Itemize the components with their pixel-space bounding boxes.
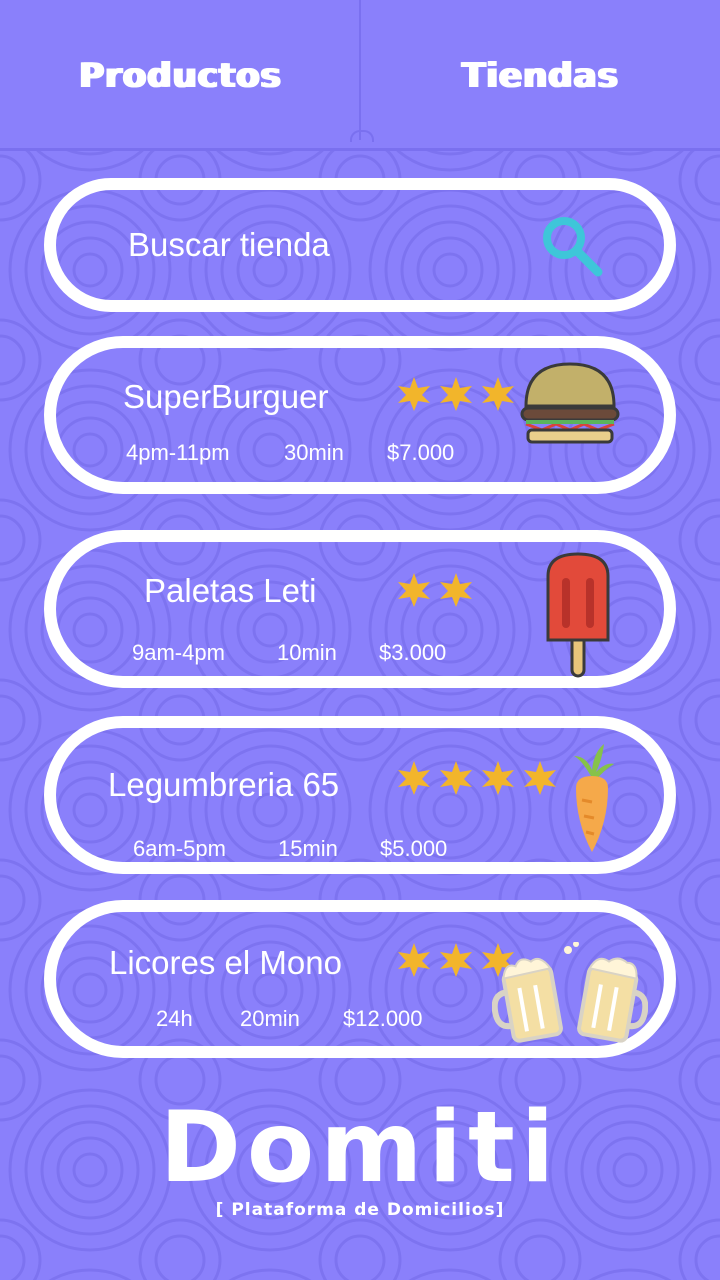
star-icon <box>398 943 430 977</box>
store-name: Licores el Mono <box>109 944 342 981</box>
rating-stars <box>396 376 516 412</box>
brand-tagline: [ Plataforma de Domicilios] <box>215 1200 505 1220</box>
search-icon[interactable] <box>534 208 614 288</box>
beer-mugs-icon <box>492 942 648 1043</box>
star-icon <box>398 761 430 795</box>
store-name: Paletas Leti <box>144 572 317 609</box>
burger-icon <box>520 362 620 444</box>
star-icon <box>398 377 430 411</box>
star-icon <box>482 377 514 411</box>
search-placeholder[interactable]: Buscar tienda <box>128 226 330 264</box>
brand-logo: Domiti <box>159 1091 561 1205</box>
store-name: SuperBurguer <box>123 378 329 415</box>
brand-footer: Domiti [ Plataforma de Domicilios] <box>0 1098 720 1220</box>
tab-divider-knob <box>350 130 374 142</box>
store-card-paletas-leti[interactable]: Paletas Leti 9am-4pm 10min $3.000 <box>44 530 676 688</box>
store-card-superburguer[interactable]: SuperBurguer 4pm-11pm 30min $7.000 <box>44 336 676 494</box>
carrot-icon <box>574 744 614 852</box>
star-icon <box>440 761 472 795</box>
price: $3.000 <box>379 640 447 665</box>
price: $5.000 <box>380 836 448 861</box>
tab-bar: Productos Tiendas <box>0 0 720 151</box>
delivery-time: 30min <box>284 440 344 465</box>
store-name: Legumbreria 65 <box>108 766 340 803</box>
delivery-time: 15min <box>278 836 338 861</box>
store-hours: 6am-5pm <box>133 836 226 861</box>
rating-stars <box>396 760 558 796</box>
star-icon <box>482 761 514 795</box>
rating-stars <box>396 572 474 608</box>
store-card-licores-el-mono[interactable]: Licores el Mono 24h 20min $12.000 <box>44 900 676 1058</box>
star-icon <box>440 573 472 607</box>
star-icon <box>524 761 556 795</box>
star-icon <box>440 943 472 977</box>
store-hours: 9am-4pm <box>132 640 225 665</box>
tab-stores[interactable]: Tiendas <box>360 56 720 102</box>
star-icon <box>398 573 430 607</box>
search-bar[interactable]: Buscar tienda <box>44 178 676 312</box>
delivery-time: 20min <box>240 1006 300 1031</box>
popsicle-icon <box>546 552 610 678</box>
price: $12.000 <box>343 1006 423 1031</box>
star-icon <box>440 377 472 411</box>
price: $7.000 <box>387 440 455 465</box>
store-hours: 24h <box>156 1006 193 1031</box>
store-hours: 4pm-11pm <box>126 440 230 465</box>
delivery-time: 10min <box>277 640 337 665</box>
tab-products[interactable]: Productos <box>0 56 360 102</box>
store-card-legumbreria-65[interactable]: Legumbreria 65 6am-5pm 15min $5.000 <box>44 716 676 874</box>
